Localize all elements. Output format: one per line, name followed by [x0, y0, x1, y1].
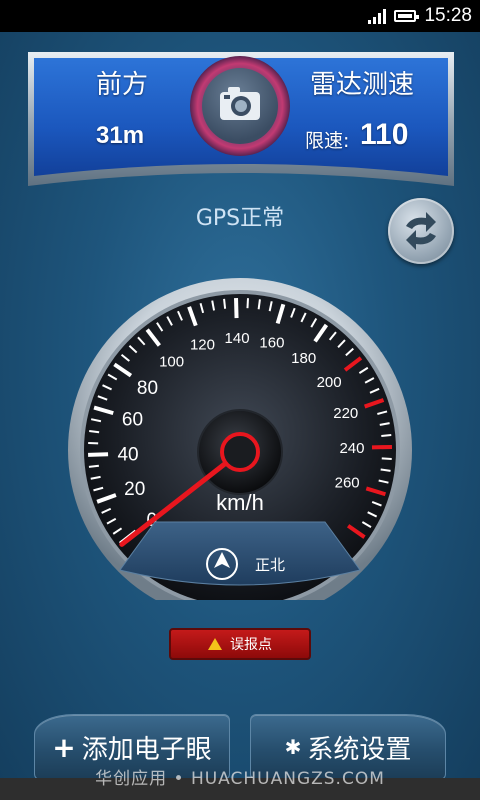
- gauge-label-80: 80: [137, 378, 158, 399]
- gauge-label-120: 120: [190, 336, 215, 353]
- speed-limit-label: 限速:: [305, 130, 350, 152]
- speedometer-dial: 020406080100120140160180200220240260 km/…: [68, 278, 412, 622]
- gauge-label-60: 60: [122, 410, 143, 431]
- status-time: 15:28: [424, 5, 472, 26]
- speedometer: 020406080100120140160180200220240260 km/…: [60, 270, 420, 622]
- battery-icon: [394, 10, 420, 22]
- gauge-label-140: 140: [225, 330, 250, 347]
- radar-title: 雷达测速: [310, 70, 415, 100]
- refresh-icon: [406, 212, 436, 250]
- gauge-label-240: 240: [339, 440, 364, 457]
- gauge-label-160: 160: [259, 335, 284, 352]
- radar-banner: 前方 31m 雷达测速 限速: 110: [24, 48, 458, 196]
- gauge-tick: [88, 452, 109, 457]
- gauge-label-180: 180: [291, 350, 316, 367]
- signal-icon: [368, 8, 387, 24]
- speed-limit-value: 110: [360, 118, 409, 151]
- heading-text: 正北: [255, 556, 285, 574]
- gauge-tick: [234, 297, 239, 319]
- gauge-tick: [257, 299, 261, 310]
- gauge-tick: [381, 457, 392, 460]
- gauge-label-40: 40: [117, 445, 138, 466]
- gauge-label-200: 200: [317, 374, 342, 391]
- ahead-label: 前方: [96, 70, 149, 100]
- gauge-tick: [380, 468, 391, 472]
- gauge-label-220: 220: [333, 405, 358, 422]
- gauge-tick: [246, 298, 250, 309]
- false-alarm-label: 误报点: [230, 637, 272, 653]
- plus-icon: +: [52, 730, 76, 764]
- gauge-tick: [223, 298, 227, 309]
- add-camera-label: 添加电子眼: [81, 734, 212, 765]
- settings-label: 系统设置: [307, 734, 412, 765]
- gauge-tick: [381, 434, 392, 437]
- gauge-label-260: 260: [335, 475, 360, 492]
- gauge-label-100: 100: [159, 353, 184, 370]
- gauge-tick: [89, 430, 100, 434]
- camera-button[interactable]: [188, 54, 292, 158]
- warning-icon: [208, 638, 222, 650]
- status-bar: 15:28: [0, 0, 480, 32]
- false-alarm-button[interactable]: 误报点: [169, 628, 311, 660]
- watermark: 华创应用 • HUACHUANGZS.COM: [95, 769, 385, 789]
- gauge-label-20: 20: [124, 479, 145, 500]
- distance-value: 31m: [96, 122, 145, 149]
- camera-icon: [190, 56, 290, 156]
- speed-unit: km/h: [216, 490, 264, 515]
- gear-icon: ✱: [284, 735, 302, 759]
- gauge-tick: [88, 464, 99, 468]
- refresh-button[interactable]: [388, 198, 454, 264]
